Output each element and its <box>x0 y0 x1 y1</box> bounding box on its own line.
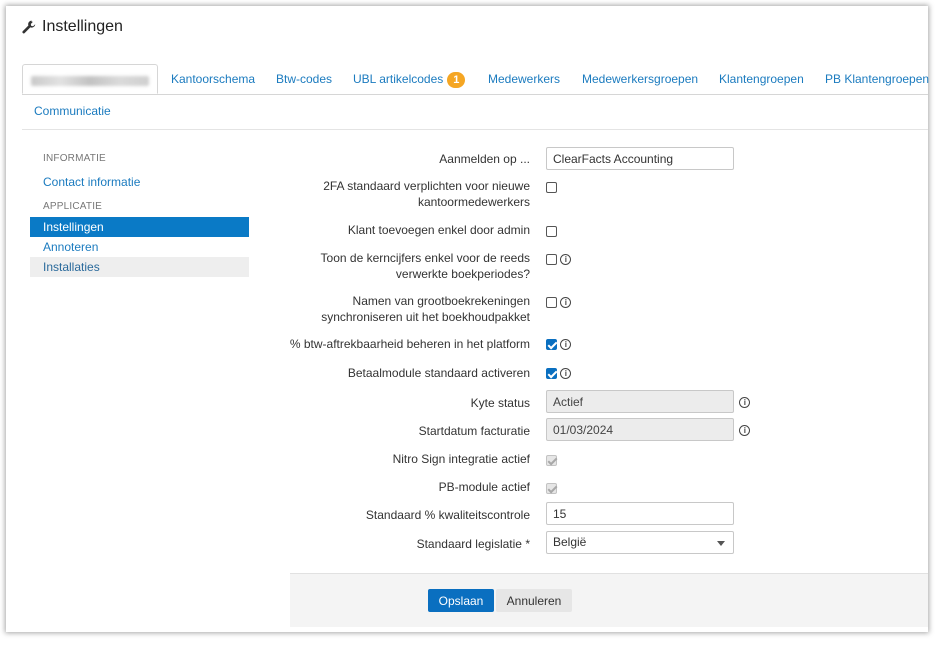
pb-checkbox <box>546 483 557 495</box>
sidebar-item-annoteren[interactable]: Annoteren <box>30 237 249 257</box>
sidebar: INFORMATIE Contact informatie APPLICATIE… <box>30 152 249 277</box>
klant-admin-label: Klant toevoegen enkel door admin <box>347 223 530 237</box>
aanmelden-label: Aanmelden op ... <box>439 152 530 166</box>
legislatie-label: Standaard legislatie * <box>416 537 530 551</box>
aanmelden-input[interactable] <box>546 147 734 170</box>
page-title: Instellingen <box>42 18 123 35</box>
tab-bar: Kantoorschema Btw-codes UBL artikelcodes… <box>22 64 929 94</box>
page-header: Instellingen <box>22 18 123 36</box>
info-icon[interactable]: i <box>560 297 572 309</box>
klant-admin-checkbox[interactable] <box>546 226 557 238</box>
save-button[interactable]: Opslaan <box>428 589 494 612</box>
btw-checkbox[interactable] <box>546 339 557 351</box>
startdatum-input <box>546 418 734 441</box>
info-icon[interactable]: i <box>560 254 572 266</box>
betaal-label: Betaalmodule standaard activeren <box>347 366 530 380</box>
kwaliteit-label: Standaard % kwaliteitscontrole <box>365 508 530 522</box>
content-divider <box>22 129 928 130</box>
startdatum-label: Startdatum facturatie <box>418 424 530 438</box>
kyte-status-input <box>546 390 734 413</box>
legislatie-select[interactable]: België <box>546 531 734 554</box>
tab-communicatie[interactable]: Communicatie <box>34 104 111 118</box>
kerncijfers-label-line1: Toon de kerncijfers enkel voor de reeds <box>320 251 530 265</box>
kerncijfers-checkbox[interactable] <box>546 254 557 266</box>
tab-blurred-account[interactable] <box>22 64 158 94</box>
tab-kantoorschema[interactable]: Kantoorschema <box>171 64 255 94</box>
tab-ubl-artikelcodes[interactable]: UBL artikelcodes 1 <box>353 64 466 94</box>
twofa-label: 2FA standaard verplichten voor nieuwe ka… <box>323 178 530 210</box>
pb-label: PB-module actief <box>438 480 530 494</box>
settings-window: Instellingen Kantoorschema Btw-codes UBL… <box>6 6 929 632</box>
info-icon[interactable]: i <box>739 396 751 408</box>
info-icon[interactable]: i <box>560 339 572 351</box>
grootboek-checkbox[interactable] <box>546 297 557 309</box>
blurred-label <box>31 75 149 86</box>
tab-btw-codes[interactable]: Btw-codes <box>276 64 332 94</box>
info-icon[interactable]: i <box>739 424 751 436</box>
nitro-checkbox <box>546 455 557 467</box>
tabs-divider <box>22 94 928 95</box>
tab-ubl-label: UBL artikelcodes <box>353 72 444 86</box>
kerncijfers-label: Toon de kerncijfers enkel voor de reeds … <box>321 250 530 282</box>
sidebar-item-contact-informatie[interactable]: Contact informatie <box>30 172 249 192</box>
sidebar-group-informatie: INFORMATIE <box>43 153 106 164</box>
cancel-button[interactable]: Annuleren <box>496 589 572 612</box>
form-footer: Opslaan Annuleren <box>290 573 928 627</box>
wrench-icon <box>22 20 36 34</box>
grootboek-label: Namen van grootboekrekeningen synchronis… <box>321 293 530 325</box>
nitro-label: Nitro Sign integratie actief <box>392 452 530 466</box>
kerncijfers-label-line2: verwerkte boekperiodes? <box>395 267 530 281</box>
sidebar-item-instellingen[interactable]: Instellingen <box>30 217 249 237</box>
grootboek-label-line2: synchroniseren uit het boekhoudpakket <box>321 310 530 324</box>
kyte-label: Kyte status <box>470 396 530 410</box>
caret-down-icon <box>717 541 725 546</box>
grootboek-label-line1: Namen van grootboekrekeningen <box>352 294 530 308</box>
kwaliteit-input[interactable] <box>546 502 734 525</box>
legislatie-value: België <box>553 535 587 549</box>
count-badge: 1 <box>447 71 466 88</box>
btw-label: % btw-aftrekbaarheid beheren in het plat… <box>289 337 530 351</box>
betaal-checkbox[interactable] <box>546 368 557 380</box>
tab-medewerkersgroepen[interactable]: Medewerkersgroepen <box>582 64 698 94</box>
sidebar-group-applicatie: APPLICATIE <box>43 201 103 212</box>
tab-klantengroepen[interactable]: Klantengroepen <box>719 64 804 94</box>
twofa-label-line2: kantoormedewerkers <box>417 195 530 209</box>
info-icon[interactable]: i <box>560 368 572 380</box>
twofa-checkbox[interactable] <box>546 182 557 194</box>
tab-pb-klantengroepen[interactable]: PB Klantengroepen <box>825 64 929 94</box>
tab-medewerkers[interactable]: Medewerkers <box>488 64 560 94</box>
sidebar-item-installaties[interactable]: Installaties <box>30 257 249 277</box>
twofa-label-line1: 2FA standaard verplichten voor nieuwe <box>323 179 530 193</box>
